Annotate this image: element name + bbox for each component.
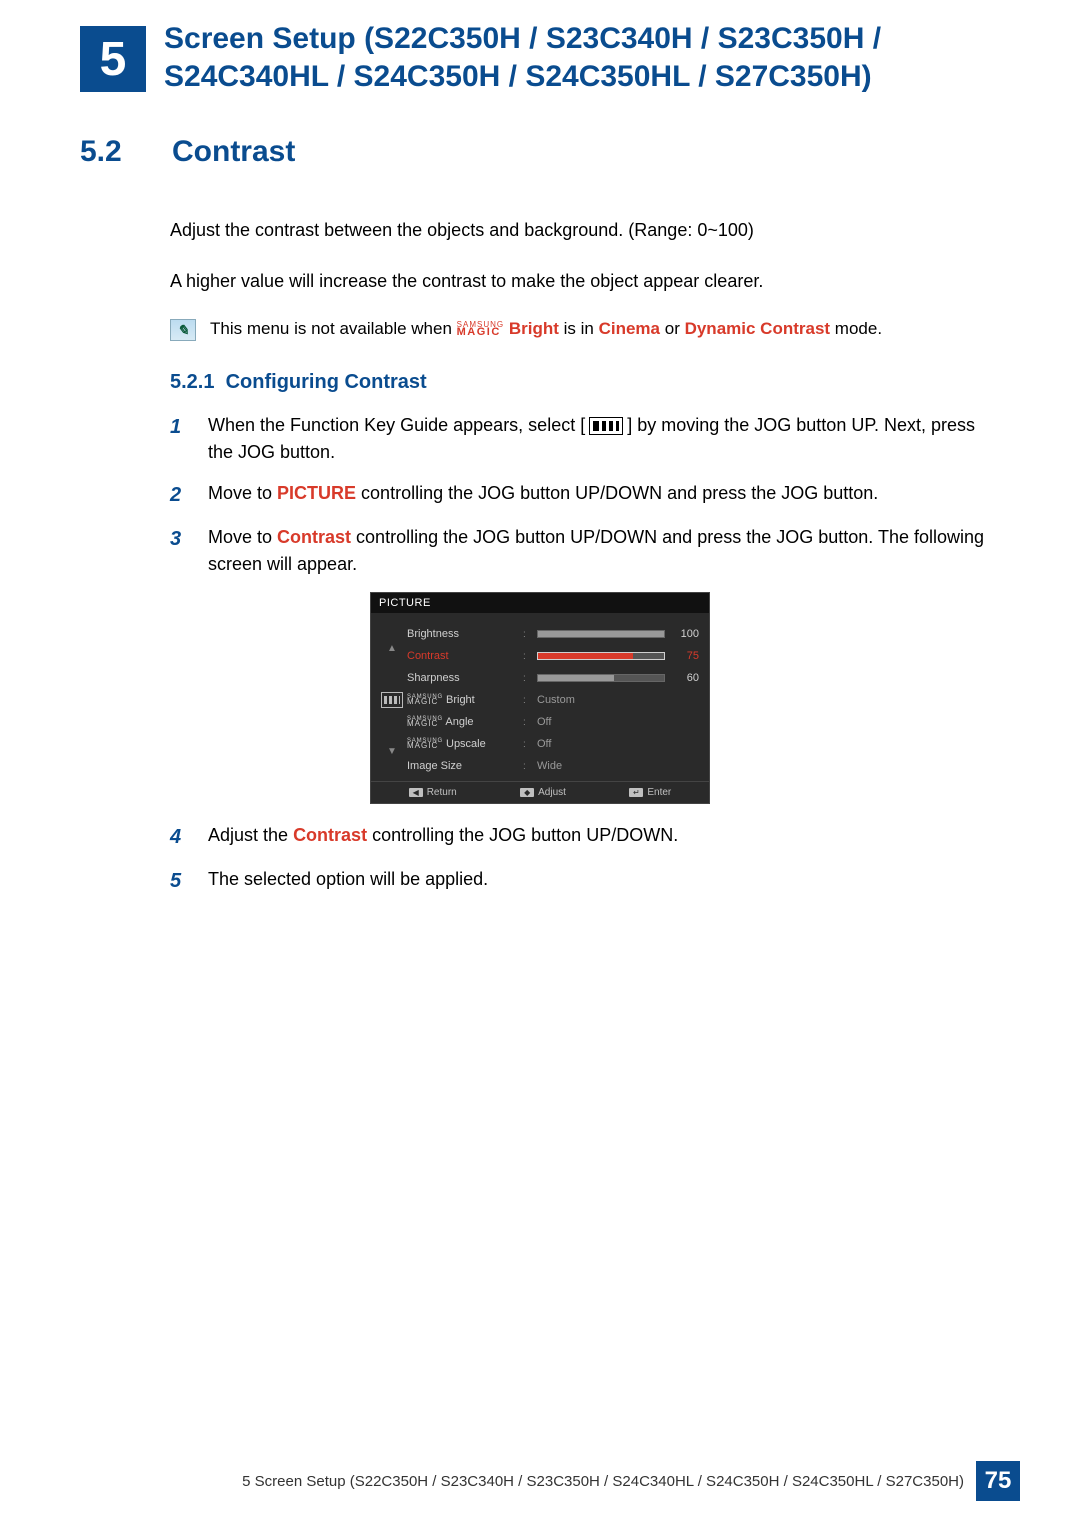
section-title: Contrast [172,135,295,169]
section-number: 5.2 [80,135,146,169]
chapter-title: Screen Setup (S22C350H / S23C340H / S23C… [164,20,1000,95]
osd-adjust: ◆Adjust [520,787,566,798]
chapter-header: 5 Screen Setup (S22C350H / S23C340H / S2… [80,20,1000,95]
osd-row: Sharpness:60 [407,667,699,689]
intro-line-1: Adjust the contrast between the objects … [170,217,1000,244]
step-2: 2 Move to PICTURE controlling the JOG bu… [170,480,1000,510]
osd-row-label: SAMSUNGMAGIC Upscale [407,738,517,750]
osd-row: Brightness:100 [407,623,699,645]
up-arrow-icon: ▲ [387,643,397,654]
osd-row-label: Sharpness [407,672,517,684]
osd-slider [537,674,665,682]
down-arrow-icon: ▼ [387,746,397,757]
step-number: 5 [170,866,192,896]
subsection-header: 5.2.1 Configuring Contrast [170,371,1000,394]
osd-return: ◀Return [409,787,457,798]
osd-slider [537,652,665,660]
step-3: 3 Move to Contrast controlling the JOG b… [170,524,1000,578]
osd-value: Off [537,716,665,728]
note-text: This menu is not available when SAMSUNG … [210,319,882,339]
osd-value: 75 [671,650,699,662]
osd-row: SAMSUNGMAGIC Bright:Custom [407,689,699,711]
step-4: 4 Adjust the Contrast controlling the JO… [170,822,1000,852]
osd-row-label: Brightness [407,628,517,640]
page-footer: 5 Screen Setup (S22C350H / S23C340H / S2… [60,1461,1020,1501]
osd-list: Brightness:100Contrast:75Sharpness:60SAM… [407,623,699,777]
osd-value: 100 [671,628,699,640]
step-1: 1 When the Function Key Guide appears, s… [170,412,1000,466]
osd-row: Contrast:75 [407,645,699,667]
osd-slider [537,630,665,638]
osd-row: SAMSUNGMAGIC Angle:Off [407,711,699,733]
picture-category-icon [381,692,403,708]
osd-row: SAMSUNGMAGIC Upscale:Off [407,733,699,755]
osd-row-label: SAMSUNGMAGIC Angle [407,716,517,728]
step-5: 5 The selected option will be applied. [170,866,1000,896]
step-number: 3 [170,524,192,578]
osd-footer: ◀Return ◆Adjust ↵Enter [371,781,709,803]
intro-line-2: A higher value will increase the contras… [170,268,1000,295]
osd-row-label: SAMSUNGMAGIC Bright [407,694,517,706]
osd-value: Wide [537,760,665,772]
osd-row: Image Size:Wide [407,755,699,777]
note-icon: ✎ [170,319,196,341]
step-number: 4 [170,822,192,852]
osd-title: PICTURE [371,593,709,613]
menu-icon [589,417,623,435]
step-number: 2 [170,480,192,510]
osd-row-label: Contrast [407,650,517,662]
section-header: 5.2 Contrast [80,135,1000,169]
page-number: 75 [976,1461,1020,1501]
osd-row-label: Image Size [407,760,517,772]
note-block: ✎ This menu is not available when SAMSUN… [170,319,1000,341]
chapter-number-badge: 5 [80,26,146,92]
osd-enter: ↵Enter [629,787,671,798]
osd-screenshot: PICTURE ▲ ▼ Brightness:100Contrast:75Sha… [370,592,710,804]
osd-value: 60 [671,672,699,684]
footer-text: 5 Screen Setup (S22C350H / S23C340H / S2… [242,1473,964,1490]
step-number: 1 [170,412,192,466]
osd-value: Custom [537,694,665,706]
osd-value: Off [537,738,665,750]
samsung-magic-icon: SAMSUNG MAGIC [457,322,504,337]
